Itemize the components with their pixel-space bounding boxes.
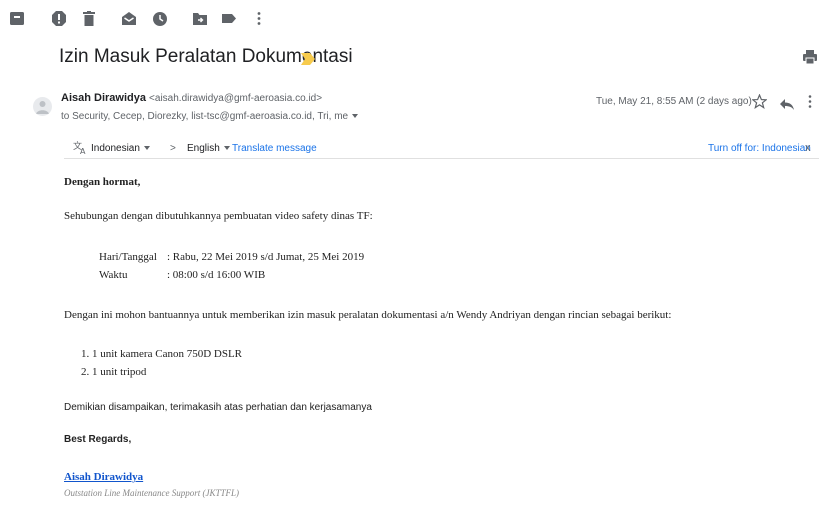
source-language-label: Indonesian: [91, 143, 140, 154]
star-icon[interactable]: [751, 93, 768, 109]
schedule-label-time: Waktu: [99, 269, 128, 281]
snooze-icon[interactable]: [153, 11, 167, 26]
important-marker-icon[interactable]: [301, 52, 315, 65]
recipients-line[interactable]: to Security, Cecep, Diorezky, list-tsc@g…: [61, 111, 359, 122]
translate-arrow: >: [170, 143, 176, 154]
source-language-dropdown-icon: [143, 146, 150, 151]
target-language-label: English: [187, 143, 220, 154]
sender-name[interactable]: Aisah Dirawidya: [61, 92, 146, 104]
list-item: 2. 1 unit tripod: [81, 366, 147, 378]
translate-message-link[interactable]: Translate message: [232, 143, 317, 154]
archive-icon[interactable]: [10, 11, 24, 26]
recipients-text: to Security, Cecep, Diorezky, list-tsc@g…: [61, 111, 349, 122]
more-icon[interactable]: [257, 11, 261, 26]
target-language-select[interactable]: English: [187, 143, 230, 154]
intro-paragraph: Sehubungan dengan dibutuhkannya pembuata…: [64, 210, 373, 222]
schedule-value-time: : 08:00 s/d 16:00 WIB: [167, 269, 266, 281]
email-date: Tue, May 21, 8:55 AM (2 days ago): [596, 96, 752, 107]
source-language-select[interactable]: Indonesian: [91, 143, 150, 154]
schedule-value-date: : Rabu, 22 Mei 2019 s/d Jumat, 25 Mei 20…: [167, 251, 365, 263]
delete-icon[interactable]: [82, 11, 96, 26]
email-toolbar: [0, 0, 819, 40]
request-paragraph: Dengan ini mohon bantuannya untuk member…: [64, 309, 672, 321]
translate-bar: 文A Indonesian > English Translate messag…: [64, 137, 819, 159]
sender-line: Aisah Dirawidya <aisah.dirawidya@gmf-aer…: [61, 92, 322, 104]
labels-icon[interactable]: [222, 11, 236, 26]
sender-email: <aisah.dirawidya@gmf-aeroasia.co.id>: [149, 93, 323, 104]
sender-avatar[interactable]: [33, 97, 52, 116]
signature-department: Outstation Line Maintenance Support (JKT…: [64, 488, 239, 498]
list-item: 1. 1 unit kamera Canon 750D DSLR: [81, 348, 243, 360]
reply-icon[interactable]: [780, 97, 794, 110]
signature-name-link[interactable]: Aisah Dirawidya: [64, 471, 143, 483]
close-translate-bar-icon[interactable]: x: [805, 142, 811, 154]
mark-unread-icon[interactable]: [122, 11, 136, 26]
greeting: Dengan hormat,: [64, 176, 141, 188]
turn-off-translation-link[interactable]: Turn off for: Indonesian: [708, 143, 811, 154]
recipients-dropdown-icon[interactable]: [352, 114, 359, 119]
move-to-icon[interactable]: [193, 11, 207, 26]
schedule-label-date: Hari/Tanggal: [99, 251, 157, 263]
report-spam-icon[interactable]: [52, 11, 66, 26]
target-language-dropdown-icon: [223, 146, 230, 151]
translate-icon: 文A: [73, 140, 87, 156]
more-options-icon[interactable]: [808, 94, 812, 109]
subject-row: Izin Masuk Peralatan Dokumentasi: [59, 46, 819, 76]
svg-text:A: A: [80, 147, 86, 154]
closing-paragraph: Demikian disampaikan, terimakasih atas p…: [64, 402, 372, 413]
regards-line: Best Regards,: [64, 434, 132, 445]
print-icon[interactable]: [803, 50, 817, 65]
